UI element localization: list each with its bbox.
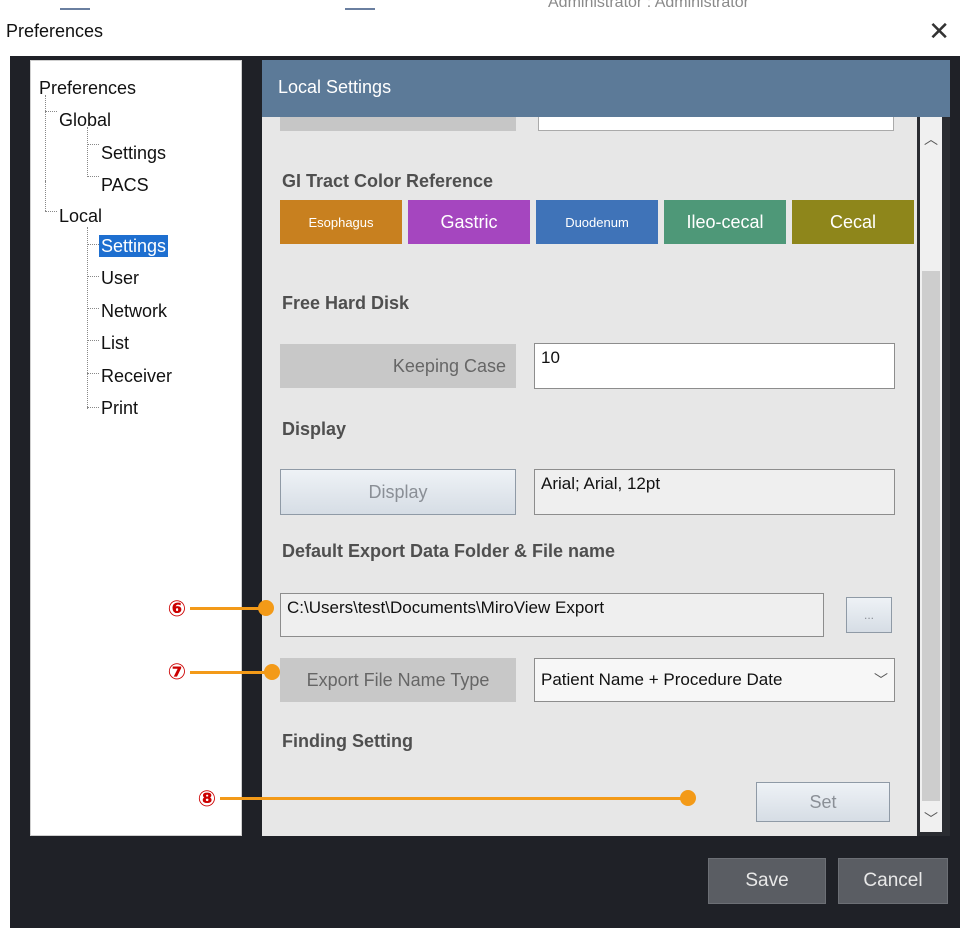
finding-set-button[interactable]: Set (756, 782, 890, 822)
settings-scrollbar[interactable]: ︿ ﹀ (920, 117, 942, 832)
preferences-tree: Preferences Global Settings PACS Local S… (30, 60, 242, 836)
local-settings-panel: Local Settings GI Tract Color Reference … (262, 60, 950, 836)
close-icon[interactable]: ✕ (928, 18, 950, 44)
callout-line-8 (220, 797, 690, 800)
tree-connector (87, 244, 99, 245)
callout-number-6: ⑥ (167, 596, 187, 621)
callout-line-6 (190, 607, 266, 610)
partially-hidden-label (280, 117, 516, 131)
export-file-name-type-value: Patient Name + Procedure Date (541, 670, 783, 689)
panel-title: Local Settings (278, 77, 392, 97)
tree-node-local-list[interactable]: List (101, 332, 129, 354)
cancel-button[interactable]: Cancel (838, 858, 948, 904)
browse-folder-button[interactable]: ... (846, 597, 892, 633)
tree-connector (87, 373, 99, 374)
scrollbar-thumb[interactable] (922, 271, 940, 801)
tree-node-local-network[interactable]: Network (101, 300, 167, 322)
tree-node-local-user[interactable]: User (101, 267, 139, 289)
save-button[interactable]: Save (708, 858, 826, 904)
tree-connector (45, 95, 46, 181)
tree-connector (45, 181, 46, 211)
tree-connector (87, 407, 99, 408)
tree-connector (45, 211, 57, 212)
chevron-down-icon: ﹀ (874, 672, 888, 688)
left-edge (0, 56, 10, 928)
tree-connector (87, 308, 99, 309)
esophagus-color-button[interactable]: Esophagus (280, 200, 402, 244)
background-decoration (60, 8, 90, 10)
tree-node-global-pacs[interactable]: PACS (101, 174, 149, 196)
gi-tract-heading: GI Tract Color Reference (282, 171, 494, 191)
callout-number-8: ⑧ (197, 786, 217, 811)
export-file-name-type-label: Export File Name Type (280, 658, 516, 702)
background-decoration (345, 8, 375, 10)
tree-node-local-settings[interactable]: Settings (99, 235, 169, 257)
callout-dot-6 (258, 600, 274, 616)
tree-connector (87, 227, 88, 409)
gastric-color-button[interactable]: Gastric (408, 200, 530, 244)
dialog-title: Preferences (6, 21, 104, 41)
callout-number-7: ⑦ (167, 659, 187, 684)
tree-node-local-receiver[interactable]: Receiver (101, 365, 172, 387)
chevron-down-icon[interactable]: ﹀ (920, 809, 942, 829)
background-app-strip: Administrator : Administrator (0, 0, 960, 12)
panel-header: Local Settings (262, 60, 950, 117)
cecal-color-button[interactable]: Cecal (792, 200, 914, 244)
display-heading: Display (282, 419, 347, 439)
partially-hidden-field (538, 117, 894, 131)
callout-dot-7 (264, 664, 280, 680)
dialog-titlebar: Preferences ✕ (0, 12, 960, 56)
chevron-up-icon[interactable]: ︿ (920, 129, 942, 149)
settings-content: GI Tract Color Reference Esophagus Gastr… (262, 117, 917, 836)
export-heading: Default Export Data Folder & File name (282, 541, 616, 561)
display-button[interactable]: Display (280, 469, 516, 515)
tree-connector (87, 276, 99, 277)
free-hard-disk-heading: Free Hard Disk (282, 293, 410, 313)
callout-dot-8 (680, 790, 696, 806)
tree-connector (45, 111, 57, 112)
export-file-name-type-select[interactable]: Patient Name + Procedure Date ﹀ (534, 658, 895, 702)
duodenum-color-button[interactable]: Duodenum (536, 200, 658, 244)
tree-connector (87, 176, 99, 177)
keeping-case-input[interactable]: 10 (534, 343, 895, 389)
tree-connector (87, 127, 88, 177)
tree-node-local-print[interactable]: Print (101, 397, 138, 419)
tree-node-global-settings[interactable]: Settings (101, 142, 166, 164)
tree-node-local[interactable]: Local (59, 205, 102, 227)
export-folder-path-field[interactable]: C:\Users\test\Documents\MiroView Export (280, 593, 824, 637)
tree-node-global[interactable]: Global (59, 109, 111, 131)
finding-setting-heading: Finding Setting (282, 731, 413, 751)
ileo-cecal-color-button[interactable]: Ileo-cecal (664, 200, 786, 244)
background-app-text: Administrator : Administrator (548, 0, 749, 11)
callout-line-7 (190, 671, 272, 674)
keeping-case-label: Keeping Case (280, 344, 516, 388)
tree-connector (87, 340, 99, 341)
display-font-value: Arial; Arial, 12pt (534, 469, 895, 515)
tree-connector (87, 144, 99, 145)
tree-node-preferences[interactable]: Preferences (39, 77, 136, 99)
